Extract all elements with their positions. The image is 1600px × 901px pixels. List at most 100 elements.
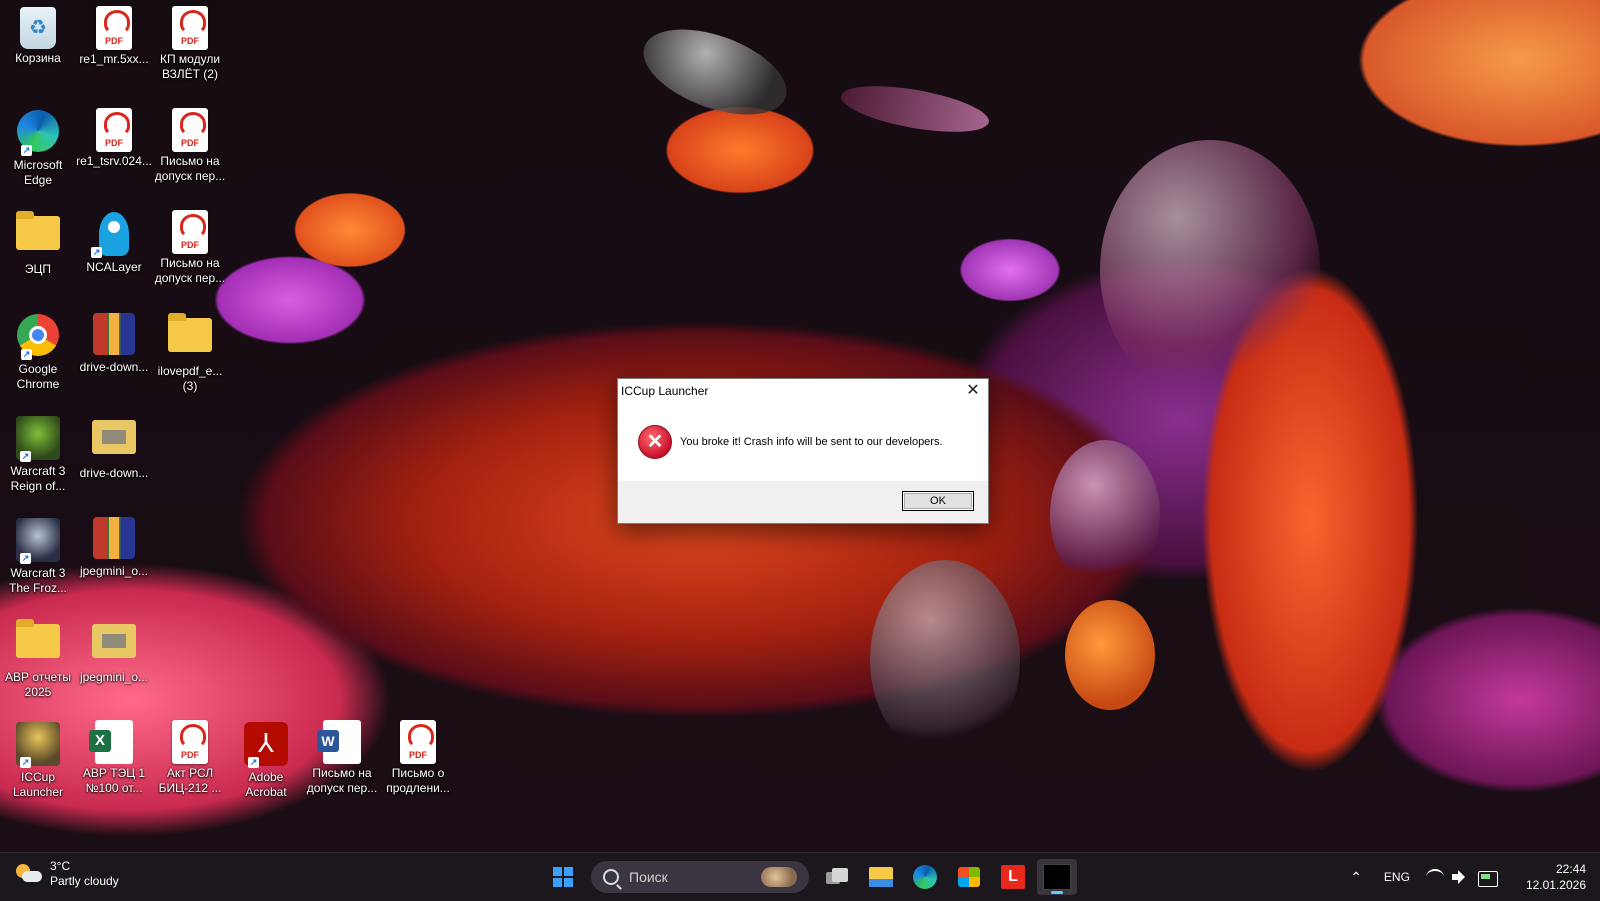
microsoft-store-button[interactable] [949, 859, 989, 895]
l-app-icon: L [1001, 865, 1025, 889]
desktop-icon-avr-reports-folder[interactable]: АВР отчеты 2025 [0, 616, 76, 712]
volume-icon[interactable] [1451, 870, 1470, 884]
desktop-icon-letter-access-pdf[interactable]: PDF Письмо на допуск пер... [152, 106, 228, 202]
error-icon: ✕ [638, 425, 672, 459]
shortcut-arrow-icon: ↗ [91, 247, 102, 258]
desktop-icon-label: АВР ТЭЦ 1 №100 от... [82, 766, 146, 795]
desktop-icon-label: jpegmini_o... [79, 564, 149, 578]
wallpaper-glass-drop [632, 12, 798, 132]
pdf-file-icon: PDF [172, 6, 208, 50]
desktop-icon-kp-vzlet-pdf[interactable]: PDF КП модули ВЗЛЁТ (2) [152, 4, 228, 100]
ncalayer-icon [99, 212, 129, 256]
folder-icon [16, 619, 60, 658]
desktop-icon-label: re1_mr.5xx... [79, 52, 149, 66]
desktop-icon-label: ilovepdf_e... (3) [157, 364, 223, 393]
error-dialog: ICCup Launcher ✕ ✕ You broke it! Crash i… [617, 378, 989, 524]
shortcut-arrow-icon: ↗ [20, 451, 31, 462]
desktop-icon-drive-download-archive[interactable]: drive-down... [76, 310, 152, 406]
show-hidden-icons-chevron-icon[interactable]: ⌃ [1350, 869, 1362, 886]
pdf-tag: PDF [409, 750, 427, 760]
clock[interactable]: 22:44 12.01.2026 [1526, 861, 1586, 893]
weather-widget[interactable]: 3°C Partly cloudy [16, 859, 119, 889]
folder-icon [869, 867, 893, 887]
shortcut-arrow-icon: ↗ [20, 757, 31, 768]
desktop-icon-warcraft-reign[interactable]: ↗ Warcraft 3 Reign of... [0, 412, 76, 508]
pdf-tag: PDF [181, 138, 199, 148]
pdf-file-icon: PDF [172, 108, 208, 152]
desktop-icon-ncalayer[interactable]: ↗ NCALayer [76, 208, 152, 304]
desktop-icon-letter-access-pdf-2[interactable]: PDF Письмо на допуск пер... [152, 208, 228, 304]
edge-icon [913, 865, 937, 889]
black-window-icon [1043, 864, 1071, 890]
pdf-tag: PDF [181, 750, 199, 760]
wallpaper-glass-drop [837, 77, 993, 141]
system-tray: ⌃ ENG 22:44 12.01.2026 [1350, 853, 1586, 901]
weather-temperature: 3°C [50, 859, 71, 873]
shortcut-arrow-icon: ↗ [20, 553, 31, 564]
l-app-button[interactable]: L [993, 859, 1033, 895]
pdf-tag: PDF [181, 240, 199, 250]
desktop-icon-drive-download-zip[interactable]: drive-down... [76, 412, 152, 508]
task-view-icon [826, 868, 848, 886]
desktop-icon-label: Adobe Acrobat [245, 770, 287, 799]
search-placeholder: Поиск [629, 869, 668, 885]
desktop-icon-jpegmini-archive[interactable]: jpegmini_o... [76, 514, 152, 610]
desktop-icon-label: АВР отчеты 2025 [5, 670, 71, 699]
start-button[interactable] [543, 859, 583, 895]
wifi-icon[interactable] [1425, 869, 1444, 885]
folder-icon [168, 313, 212, 352]
task-view-button[interactable] [817, 859, 857, 895]
desktop-icon-label: Warcraft 3 The Froz... [8, 566, 67, 595]
pdf-file-icon: PDF [172, 720, 208, 764]
desktop-icon-label: ICCup Launcher [12, 770, 64, 799]
partly-cloudy-icon [16, 864, 42, 884]
desktop-icon-label: drive-down... [79, 466, 149, 480]
clock-date: 12.01.2026 [1525, 878, 1586, 892]
desktop-icon-recycle-bin[interactable]: Корзина [0, 4, 76, 100]
terminal-app-button[interactable] [1037, 859, 1077, 895]
desktop-icon-akt-rsl-pdf[interactable]: PDF Акт РСЛ БИЦ-212 ... [152, 718, 228, 814]
desktop-icon-label: Письмо о продлени... [386, 766, 450, 795]
desktop-icon-label: Microsoft Edge [13, 158, 63, 187]
pdf-tag: PDF [105, 36, 123, 46]
desktop-icon-label: drive-down... [79, 360, 149, 374]
desktop-icon-letter-extension-pdf[interactable]: PDF Письмо о продлени... [380, 718, 456, 814]
taskbar-apps: Поиск L [541, 859, 1079, 895]
file-explorer-button[interactable] [861, 859, 901, 895]
desktop-icon-ilovepdf-folder[interactable]: ilovepdf_e... (3) [152, 310, 228, 406]
battery-icon[interactable] [1477, 870, 1498, 887]
desktop-icon-label: Письмо на допуск пер... [306, 766, 378, 795]
desktop-icon-label: ЭЦП [24, 262, 52, 276]
desktop-icon-jpegmini-zip[interactable]: jpegmini_o... [76, 616, 152, 712]
desktop-icon-warcraft-frozen-throne[interactable]: ↗ Warcraft 3 The Froz... [0, 514, 76, 610]
dialog-titlebar[interactable]: ICCup Launcher ✕ [618, 379, 988, 403]
desktop-icon-avr-tec-excel[interactable]: АВР ТЭЦ 1 №100 от... [76, 718, 152, 814]
desktop-icon-re1-tsrv-pdf[interactable]: PDF re1_tsrv.024... [76, 106, 152, 202]
edge-taskbar-button[interactable] [905, 859, 945, 895]
desktop-icon-re1-mr-pdf[interactable]: PDF re1_mr.5xx... [76, 4, 152, 100]
desktop-icon-letter-access-word[interactable]: Письмо на допуск пер... [304, 718, 380, 814]
desktop-icon-label: КП модули ВЗЛЁТ (2) [159, 52, 221, 81]
pdf-file-icon: PDF [172, 210, 208, 254]
winrar-archive-icon [93, 313, 135, 355]
close-icon[interactable]: ✕ [958, 379, 988, 403]
search-icon [603, 869, 619, 885]
desktop-icon-google-chrome[interactable]: ↗ Google Chrome [0, 310, 76, 406]
taskbar-search-box[interactable]: Поиск [591, 861, 809, 893]
winrar-archive-icon [93, 517, 135, 559]
active-indicator [1051, 891, 1063, 894]
desktop-icon-microsoft-edge[interactable]: ↗ Microsoft Edge [0, 106, 76, 202]
desktop-icon-adobe-acrobat[interactable]: ↗ Adobe Acrobat [228, 718, 304, 814]
pdf-tag: PDF [181, 36, 199, 46]
input-language-indicator[interactable]: ENG [1384, 870, 1410, 884]
recycle-bin-icon [20, 7, 56, 49]
desktop-icon-label: Письмо на допуск пер... [154, 154, 226, 183]
shortcut-arrow-icon: ↗ [21, 349, 32, 360]
desktop-icon-label: jpegmini_o... [79, 670, 149, 684]
pdf-file-icon: PDF [400, 720, 436, 764]
desktop-icon-ecp-folder[interactable]: ЭЦП [0, 208, 76, 304]
pdf-file-icon: PDF [96, 6, 132, 50]
ok-button[interactable]: OK [902, 491, 974, 511]
desktop-icon-label: Письмо на допуск пер... [154, 256, 226, 285]
desktop-icon-iccup-launcher[interactable]: ↗ ICCup Launcher [0, 718, 76, 814]
